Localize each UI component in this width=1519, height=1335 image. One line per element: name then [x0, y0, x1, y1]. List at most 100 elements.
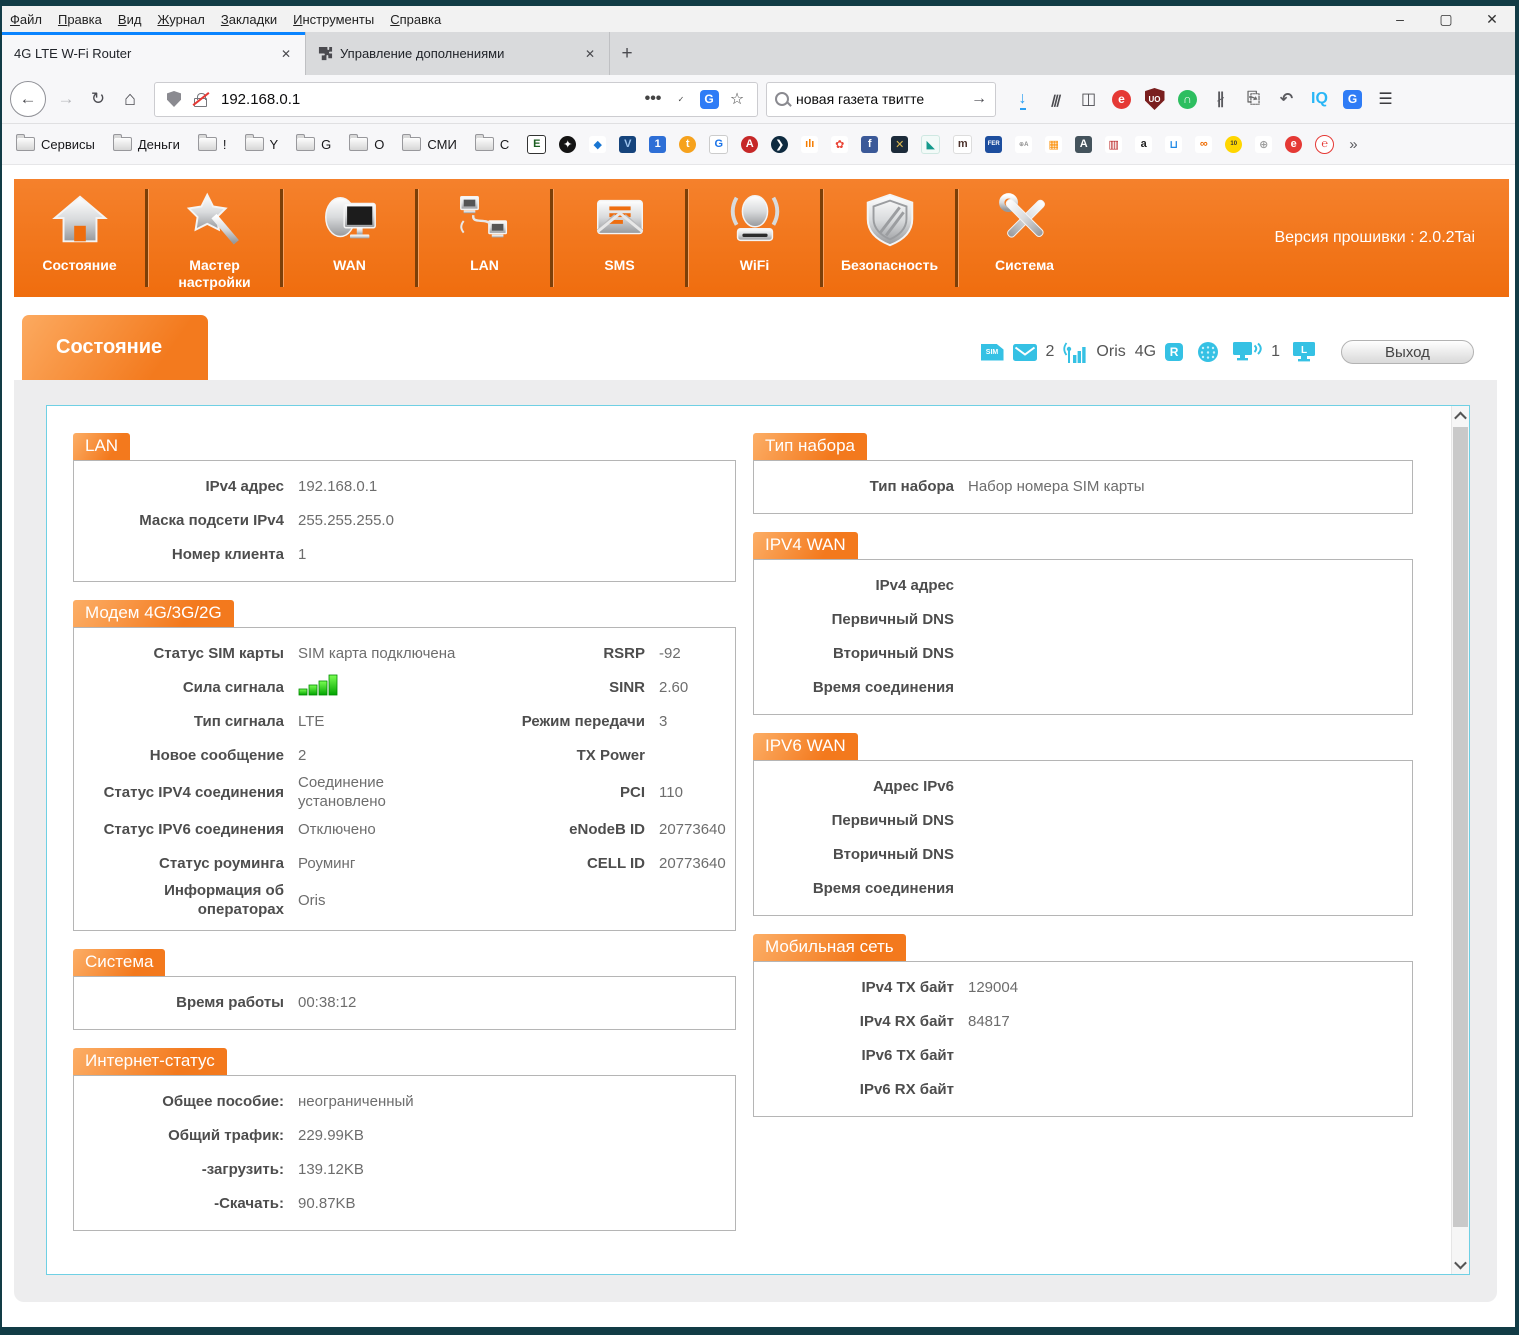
evernote-elephant-icon[interactable]: ∩ [1171, 84, 1204, 114]
bag-icon[interactable]: ▥ [1105, 136, 1122, 153]
bookmarks-overflow-icon[interactable]: » [1349, 136, 1357, 153]
globe-grey-icon[interactable]: ⊕ [1255, 136, 1272, 153]
iq-icon[interactable]: IQ [1303, 84, 1336, 114]
menu-item-6[interactable]: Инструменты [285, 9, 382, 30]
spark-badge-icon[interactable]: ✦ [559, 136, 576, 153]
undo-session-icon[interactable]: ↶ [1270, 84, 1303, 114]
lan-client-icon: L [1292, 342, 1317, 362]
content-scrollbar[interactable] [1451, 406, 1469, 1274]
fer-icon[interactable]: FER [985, 136, 1002, 153]
panel-body: Общее пособие:неограниченныйОбщий трафик… [73, 1075, 736, 1231]
protections-check-icon[interactable]: ✓ [667, 84, 695, 114]
scroll-down-button[interactable] [1452, 1254, 1469, 1274]
ten-circle-icon[interactable]: 10 [1225, 136, 1242, 153]
v-wing-icon[interactable]: V [619, 136, 636, 153]
medium-m-icon[interactable]: m [953, 135, 972, 154]
e-outline-icon[interactable]: ℮ [1315, 135, 1334, 154]
reload-button[interactable]: ↻ [82, 83, 114, 115]
x-gold-icon[interactable]: ✕ [891, 136, 908, 153]
panel-тип-набора: Тип набораТип набораНабор номера SIM кар… [753, 433, 1413, 514]
menu-item-4[interactable]: Журнал [149, 9, 212, 30]
minimize-button[interactable]: – [1377, 11, 1423, 27]
chevron-dark-icon[interactable]: ❯ [771, 136, 788, 153]
red-e-extension-icon[interactable]: e [1105, 84, 1138, 114]
maximize-button[interactable]: ▢ [1423, 11, 1469, 28]
bars-chart-icon[interactable]: ılı [801, 136, 818, 153]
url-bar[interactable]: 192.168.0.1 •••✓G☆ [154, 82, 758, 117]
nav-item-безопасность[interactable]: Безопасность [824, 179, 955, 297]
nav-item-wan[interactable]: WAN [284, 179, 415, 297]
menu-item-5[interactable]: Закладки [213, 9, 285, 30]
row-value: 139.12KB [298, 1160, 735, 1179]
bookmark-folder-8[interactable]: C [475, 137, 509, 152]
search-input[interactable]: новая газета твитте [796, 91, 971, 107]
globe-a-icon[interactable]: ⊕A [1015, 136, 1032, 153]
menu-item-1[interactable]: Файл [2, 9, 50, 30]
new-tab-button[interactable]: + [610, 32, 644, 75]
download-icon[interactable]: ↓ [1006, 84, 1039, 114]
tiles-icon[interactable]: ▦ [1045, 136, 1062, 153]
forward-button[interactable]: → [50, 83, 82, 115]
back-button[interactable]: ← [10, 81, 46, 117]
a-dark-icon[interactable]: A [1075, 136, 1092, 153]
pinwheel-icon[interactable]: ✿ [831, 136, 848, 153]
translate-icon[interactable]: G [1336, 84, 1369, 114]
search-bar[interactable]: новая газета твитте → [766, 82, 996, 117]
bookmark-folder-4[interactable]: Y [245, 137, 279, 152]
bookmark-folder-6[interactable]: O [349, 137, 384, 152]
water-drop-icon[interactable]: ◆ [589, 136, 606, 153]
svg-text:L: L [1301, 345, 1307, 356]
menu-item-3[interactable]: Вид [110, 9, 150, 30]
nav-item-система[interactable]: Система [959, 179, 1090, 297]
cart-icon[interactable]: ⊔ [1165, 136, 1182, 153]
tab-close-icon[interactable]: ✕ [275, 43, 297, 65]
home-button[interactable]: ⌂ [114, 83, 146, 115]
bookmark-folder-2[interactable]: Деньги [113, 137, 180, 152]
clipboard-add-icon[interactable]: ⎘ [1237, 84, 1270, 114]
tab-close-icon[interactable]: ✕ [579, 43, 601, 65]
t-circle-icon[interactable]: t [679, 136, 696, 153]
ebook-e-icon[interactable]: E [527, 135, 546, 154]
overflow-dots-icon[interactable]: ••• [639, 84, 667, 114]
menu-item-2[interactable]: Правка [50, 9, 110, 30]
url-input[interactable]: 192.168.0.1 [213, 91, 639, 108]
page-tab-status[interactable]: Состояние [22, 315, 208, 380]
menu-item-7[interactable]: Справка [382, 9, 449, 30]
logout-button[interactable]: Выход [1341, 340, 1474, 364]
search-go-icon[interactable]: → [971, 90, 987, 108]
translate-page-icon[interactable]: G [695, 84, 723, 114]
sidebar-icon[interactable]: ◫ [1072, 84, 1105, 114]
close-button[interactable]: ✕ [1469, 11, 1515, 28]
tab-1[interactable]: 4G LTE W-Fi Router✕ [2, 32, 306, 75]
bookmark-folder-7[interactable]: СМИ [402, 137, 456, 152]
chain-icon[interactable]: ∞ [1195, 136, 1212, 153]
bookmark-folder-1[interactable]: Сервисы [16, 137, 95, 152]
stylus-bars-icon[interactable]: ∦ [1204, 84, 1237, 114]
nav-item-wifi[interactable]: WiFi [689, 179, 820, 297]
menu-hamburger-icon[interactable]: ☰ [1369, 84, 1402, 114]
ublock-origin-icon[interactable]: UO [1138, 84, 1171, 114]
amazon-icon[interactable]: a [1135, 136, 1152, 153]
insecure-lock-icon[interactable] [187, 86, 213, 112]
nav-item-состояние[interactable]: Состояние [14, 179, 145, 297]
translate-fav-icon[interactable]: G [709, 135, 728, 154]
panel-ipv6-wan: IPV6 WANАдрес IPv6Первичный DNSВторичный… [753, 733, 1413, 916]
z-teal-icon[interactable]: ◣ [921, 135, 940, 154]
library-icon[interactable]: ||| [1039, 84, 1072, 114]
panel-система: СистемаВремя работы00:38:12 [73, 949, 736, 1030]
bookmark-star-icon[interactable]: ☆ [723, 84, 751, 114]
bookmark-folder-5[interactable]: G [296, 137, 331, 152]
bookmark-folder-3[interactable]: ! [198, 137, 227, 152]
facebook-icon[interactable]: f [861, 136, 878, 153]
a-red-circle-icon[interactable]: A [741, 136, 758, 153]
row-value-2: 3 [659, 712, 735, 731]
nav-item-мастер-настройки[interactable]: Мастер настройки [149, 179, 280, 297]
one-box-icon[interactable]: 1 [649, 136, 666, 153]
scrollbar-thumb[interactable] [1453, 427, 1468, 1227]
tab-2[interactable]: Управление дополнениями✕ [306, 32, 610, 75]
tracking-shield-icon[interactable] [161, 86, 187, 112]
scroll-up-button[interactable] [1452, 406, 1469, 426]
e-red-icon[interactable]: e [1285, 136, 1302, 153]
nav-item-sms[interactable]: SMS [554, 179, 685, 297]
nav-item-lan[interactable]: LAN [419, 179, 550, 297]
